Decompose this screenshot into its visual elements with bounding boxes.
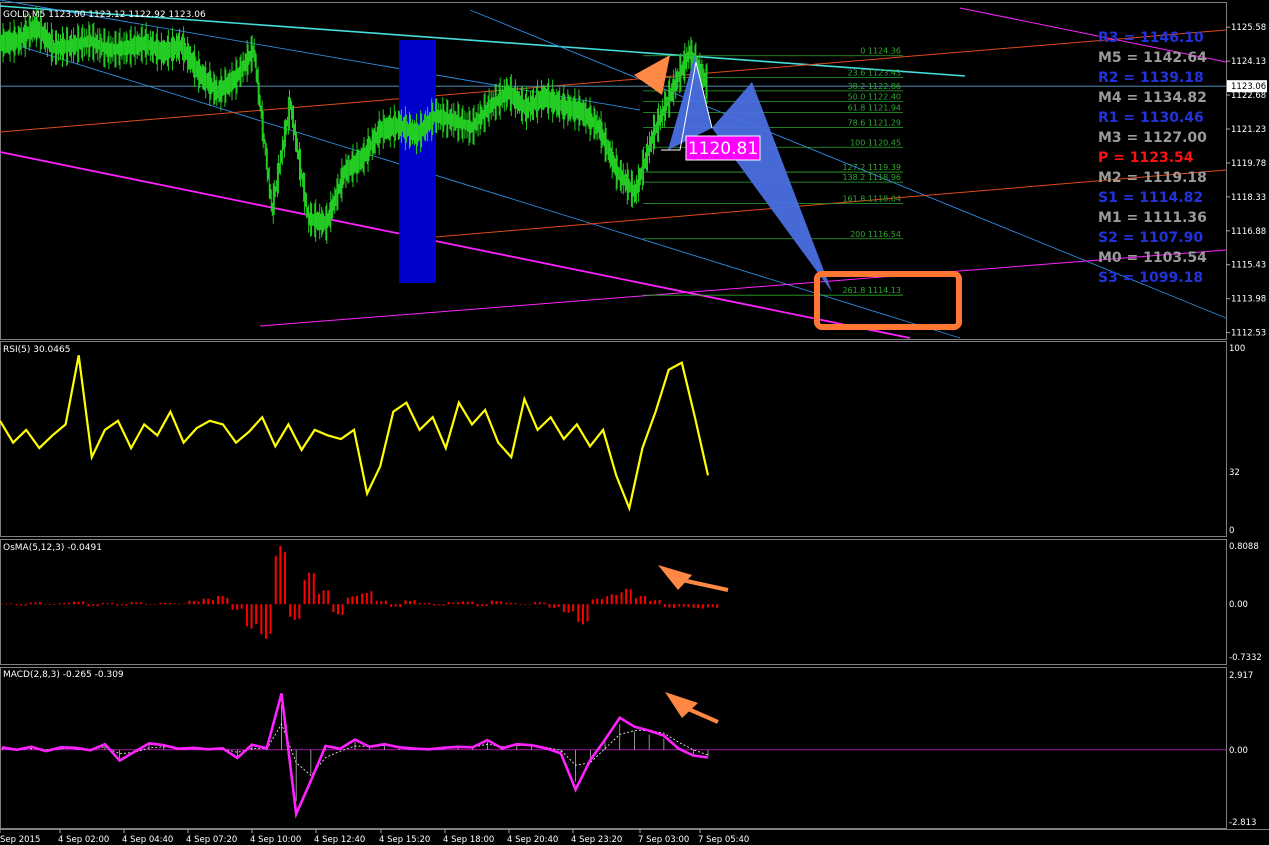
x-axis: Sep 2015 4 Sep 02:00 4 Sep 04:40 4 Sep 07:2… xyxy=(0,829,749,845)
macd-tick-label: 2.917 xyxy=(1229,671,1253,681)
price-tick-label: 1119.78 xyxy=(1231,159,1266,169)
panel-frames xyxy=(0,2,1269,830)
pivot-level-label: S3 = 1099.18 xyxy=(1098,270,1203,286)
x-tick-label: Sep 2015 xyxy=(0,835,40,845)
x-tick-label: 4 Sep 20:40 xyxy=(507,835,558,845)
macd-tick-label: -2.813 xyxy=(1229,818,1256,828)
fib-level-label: 50.0 1122.40 xyxy=(848,93,901,102)
rsi-tick-label: 0 xyxy=(1229,526,1234,536)
rsi-panel-header: RSI(5) 30.0465 xyxy=(3,345,70,355)
arrow-down-right-shaft xyxy=(685,706,719,724)
x-tick-label: 4 Sep 18:00 xyxy=(443,835,494,845)
pivot-level-label: M1 = 1111.36 xyxy=(1098,210,1207,226)
pivot-level-label: M4 = 1134.82 xyxy=(1098,90,1207,106)
osma-tick-label: 0.8088 xyxy=(1229,542,1259,552)
pivot-level-label: M2 = 1119.18 xyxy=(1098,170,1207,186)
x-tick-label: 4 Sep 07:20 xyxy=(186,835,237,845)
panel-frame xyxy=(0,341,1227,537)
panel-frame xyxy=(0,539,1227,665)
chart-canvas[interactable]: 1125.58 1124.13 1122.68 1121.23 1119.78 1118.… xyxy=(0,0,1269,845)
pivot-level-label: R2 = 1139.18 xyxy=(1098,70,1204,86)
x-tick-label: 4 Sep 04:40 xyxy=(122,835,173,845)
macd-panel-header: MACD(2,8,3) -0.265 -0.309 xyxy=(3,670,124,680)
price-tick-label: 1115.43 xyxy=(1231,261,1266,271)
pivot-level-label: M0 = 1103.54 xyxy=(1098,250,1207,266)
current-price-value: 1123.06 xyxy=(1231,82,1266,92)
fib-level-label: 161.8 1118.04 xyxy=(842,195,901,204)
x-tick-label: 7 Sep 05:40 xyxy=(698,835,749,845)
x-tick-label: 4 Sep 02:00 xyxy=(58,835,109,845)
macd-tick-label: 0.00 xyxy=(1229,746,1248,756)
pivot-level-label: P = 1123.54 xyxy=(1098,150,1194,166)
price-candles[interactable] xyxy=(0,6,708,244)
rsi-line[interactable] xyxy=(0,355,710,512)
osma-tick-label: 0.00 xyxy=(1229,600,1248,610)
pivot-level-label: R3 = 1146.10 xyxy=(1098,30,1204,46)
arrow-down-right-shaft xyxy=(681,578,729,592)
price-tick-label: 1125.58 xyxy=(1231,23,1266,33)
pattern-label: 1120.81 xyxy=(688,139,758,159)
pivot-level-label: S1 = 1114.82 xyxy=(1098,190,1203,206)
price-tick-label: 1118.33 xyxy=(1231,193,1266,203)
highlight-volume-bar xyxy=(399,40,436,283)
fib-level-label: 100 1120.45 xyxy=(850,138,901,147)
x-tick-label: 4 Sep 12:40 xyxy=(314,835,365,845)
fib-level-label: 138.2 1118.96 xyxy=(842,173,901,182)
fib-level-label: 78.6 1121.29 xyxy=(848,119,901,128)
x-tick-label: 7 Sep 03:00 xyxy=(638,835,689,845)
osma-tick-label: -0.7332 xyxy=(1229,653,1262,663)
fib-level-label: 23.6 1123.43 xyxy=(848,69,901,78)
fib-level-label: 0 1124.36 xyxy=(860,47,901,56)
price-tick-label: 1113.98 xyxy=(1231,295,1266,305)
price-tick-label: 1124.13 xyxy=(1231,57,1266,67)
pattern-wing-right xyxy=(712,82,832,292)
x-tick-label: 4 Sep 10:00 xyxy=(250,835,301,845)
fib-level-label: 61.8 1121.94 xyxy=(848,103,901,112)
x-tick-label: 4 Sep 23:20 xyxy=(571,835,622,845)
pivot-level-label: M5 = 1142.64 xyxy=(1098,50,1207,66)
rsi-panel[interactable]: 100 32 0 xyxy=(0,344,1245,536)
fib-level-label: 38.2 1122.86 xyxy=(848,82,901,91)
macd-panel[interactable]: 2.917 0.00 -2.813 xyxy=(0,671,1256,828)
rsi-tick-label: 32 xyxy=(1229,468,1240,478)
arrow-down-right-icon xyxy=(665,692,698,718)
macd-line[interactable] xyxy=(1,693,709,819)
price-tick-label: 1112.53 xyxy=(1231,329,1266,339)
fib-level-label: 261.8 1114.13 xyxy=(842,286,901,295)
pivot-level-label: S2 = 1107.90 xyxy=(1098,230,1203,246)
pivot-level-label: M3 = 1127.00 xyxy=(1098,130,1207,146)
price-tick-label: 1116.88 xyxy=(1231,227,1266,237)
price-tick-label: 1122.68 xyxy=(1231,91,1266,101)
price-panel[interactable]: 1125.58 1124.13 1122.68 1121.23 1119.78 1118.… xyxy=(0,0,1267,339)
pivot-level-label: R1 = 1130.46 xyxy=(1098,110,1204,126)
arrow-down-right-icon xyxy=(658,565,692,590)
fib-level-label: 200 1116.54 xyxy=(850,230,901,239)
x-tick-label: 4 Sep 15:20 xyxy=(379,835,430,845)
price-panel-header: GOLD,M5 1123.00 1123.12 1122.92 1123.06 xyxy=(3,10,206,20)
rsi-tick-label: 100 xyxy=(1229,344,1245,354)
osma-panel-header: OsMA(5,12,3) -0.0491 xyxy=(3,543,102,553)
price-tick-label: 1121.23 xyxy=(1231,125,1266,135)
osma-panel[interactable]: 0.8088 0.00 -0.7332 xyxy=(1,542,1262,663)
fib-level-label: 127.2 1119.39 xyxy=(842,163,901,172)
